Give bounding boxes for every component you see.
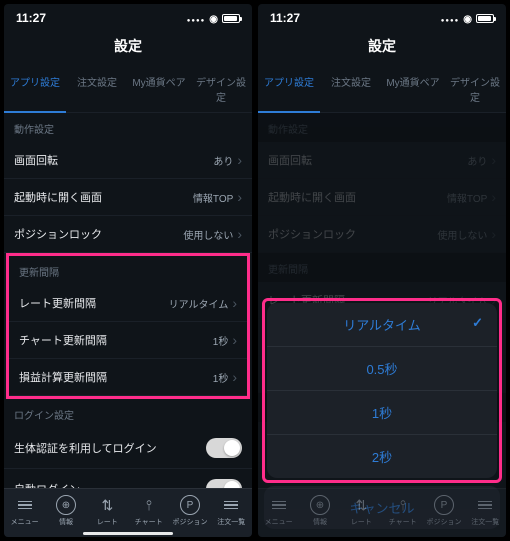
status-time: 11:27 xyxy=(270,11,300,25)
section-login: ログイン設定 xyxy=(4,399,252,428)
rate-icon: ⇅ xyxy=(351,495,371,515)
row-rotation[interactable]: 画面回転あり xyxy=(4,142,252,179)
row-chart-refresh[interactable]: チャート更新間隔1秒 xyxy=(9,322,247,359)
globe-icon: ⊕ xyxy=(56,495,76,515)
tab-app-settings[interactable]: アプリ設定 xyxy=(4,66,66,112)
tab-order-settings[interactable]: 注文設定 xyxy=(320,66,382,112)
chart-icon: ⫯ xyxy=(139,495,159,515)
content: 動作設定 画面回転あり 起動時に開く画面情報TOP ポジションロック使用しない … xyxy=(4,113,252,488)
page-title: 設定 xyxy=(4,32,252,66)
status-bar: 11:27 xyxy=(4,4,252,32)
toggle-auto-login[interactable] xyxy=(206,479,242,488)
chevron-right-icon xyxy=(232,369,237,385)
bottom-bar: メニュー ⊕情報 ⇅レート ⫯チャート Pポジション 注文一覧 xyxy=(258,488,506,537)
position-icon: P xyxy=(180,495,200,515)
rate-icon: ⇅ xyxy=(97,495,117,515)
bb-orders[interactable]: 注文一覧 xyxy=(465,495,506,527)
signal-icon xyxy=(441,11,460,25)
chevron-right-icon xyxy=(237,226,242,242)
chevron-right-icon xyxy=(237,152,242,168)
tab-my-pairs[interactable]: My通貨ペア xyxy=(382,66,444,112)
bb-chart[interactable]: ⫯チャート xyxy=(382,495,423,527)
battery-icon xyxy=(222,14,240,23)
bb-info[interactable]: ⊕情報 xyxy=(45,495,86,527)
bottom-bar: メニュー ⊕情報 ⇅レート ⫯チャート Pポジション 注文一覧 xyxy=(4,488,252,537)
wifi-icon xyxy=(463,11,472,25)
status-icons xyxy=(441,11,494,25)
status-time: 11:27 xyxy=(16,11,46,25)
battery-icon xyxy=(476,14,494,23)
toggle-biometric[interactable] xyxy=(206,438,242,458)
tab-order-settings[interactable]: 注文設定 xyxy=(66,66,128,112)
tab-my-pairs[interactable]: My通貨ペア xyxy=(128,66,190,112)
signal-icon xyxy=(187,11,206,25)
tab-design[interactable]: デザイン設定 xyxy=(190,66,252,112)
row-pl-refresh[interactable]: 損益計算更新間隔1秒 xyxy=(9,359,247,396)
action-sheet-highlight: リアルタイム 0.5秒 1秒 2秒 xyxy=(262,298,502,483)
sheet-option-realtime[interactable]: リアルタイム xyxy=(267,303,497,347)
page-title: 設定 xyxy=(258,32,506,66)
phone-left: 11:27 設定 アプリ設定 注文設定 My通貨ペア デザイン設定 動作設定 画… xyxy=(4,4,252,537)
globe-icon: ⊕ xyxy=(310,495,330,515)
section-behavior: 動作設定 xyxy=(4,113,252,142)
bb-position[interactable]: Pポジション xyxy=(423,495,464,527)
position-icon: P xyxy=(434,495,454,515)
row-position-lock[interactable]: ポジションロック使用しない xyxy=(4,216,252,253)
tab-design[interactable]: デザイン設定 xyxy=(444,66,506,112)
orders-icon xyxy=(475,495,495,515)
row-auto-login[interactable]: 自動ログイン xyxy=(4,469,252,488)
tabs: アプリ設定 注文設定 My通貨ペア デザイン設定 xyxy=(4,66,252,113)
chart-icon: ⫯ xyxy=(393,495,413,515)
bb-rate[interactable]: ⇅レート xyxy=(87,495,128,527)
row-biometric-login[interactable]: 生体認証を利用してログイン xyxy=(4,428,252,469)
chevron-right-icon xyxy=(232,332,237,348)
wifi-icon xyxy=(209,11,218,25)
status-icons xyxy=(187,11,240,25)
sheet-option-2s[interactable]: 2秒 xyxy=(267,435,497,478)
bb-rate[interactable]: ⇅レート xyxy=(341,495,382,527)
tabs: アプリ設定 注文設定 My通貨ペア デザイン設定 xyxy=(258,66,506,113)
sheet-option-1s[interactable]: 1秒 xyxy=(267,391,497,435)
highlight-refresh-section: 更新間隔 レート更新間隔リアルタイム チャート更新間隔1秒 損益計算更新間隔1秒 xyxy=(6,253,250,399)
row-startup-screen[interactable]: 起動時に開く画面情報TOP xyxy=(4,179,252,216)
home-indicator xyxy=(83,532,173,535)
status-bar: 11:27 xyxy=(258,4,506,32)
section-refresh: 更新間隔 xyxy=(9,256,247,285)
menu-icon xyxy=(15,495,35,515)
bb-menu[interactable]: メニュー xyxy=(258,495,299,527)
action-sheet: リアルタイム 0.5秒 1秒 2秒 xyxy=(267,303,497,478)
bb-position[interactable]: Pポジション xyxy=(169,495,210,527)
row-rate-refresh[interactable]: レート更新間隔リアルタイム xyxy=(9,285,247,322)
bb-orders[interactable]: 注文一覧 xyxy=(211,495,252,527)
bb-chart[interactable]: ⫯チャート xyxy=(128,495,169,527)
bb-menu[interactable]: メニュー xyxy=(4,495,45,527)
bb-info[interactable]: ⊕情報 xyxy=(299,495,340,527)
tab-app-settings[interactable]: アプリ設定 xyxy=(258,66,320,112)
menu-icon xyxy=(269,495,289,515)
phone-right: 11:27 設定 アプリ設定 注文設定 My通貨ペア デザイン設定 動作設定 画… xyxy=(258,4,506,537)
chevron-right-icon xyxy=(237,189,242,205)
orders-icon xyxy=(221,495,241,515)
sheet-option-05s[interactable]: 0.5秒 xyxy=(267,347,497,391)
chevron-right-icon xyxy=(232,295,237,311)
